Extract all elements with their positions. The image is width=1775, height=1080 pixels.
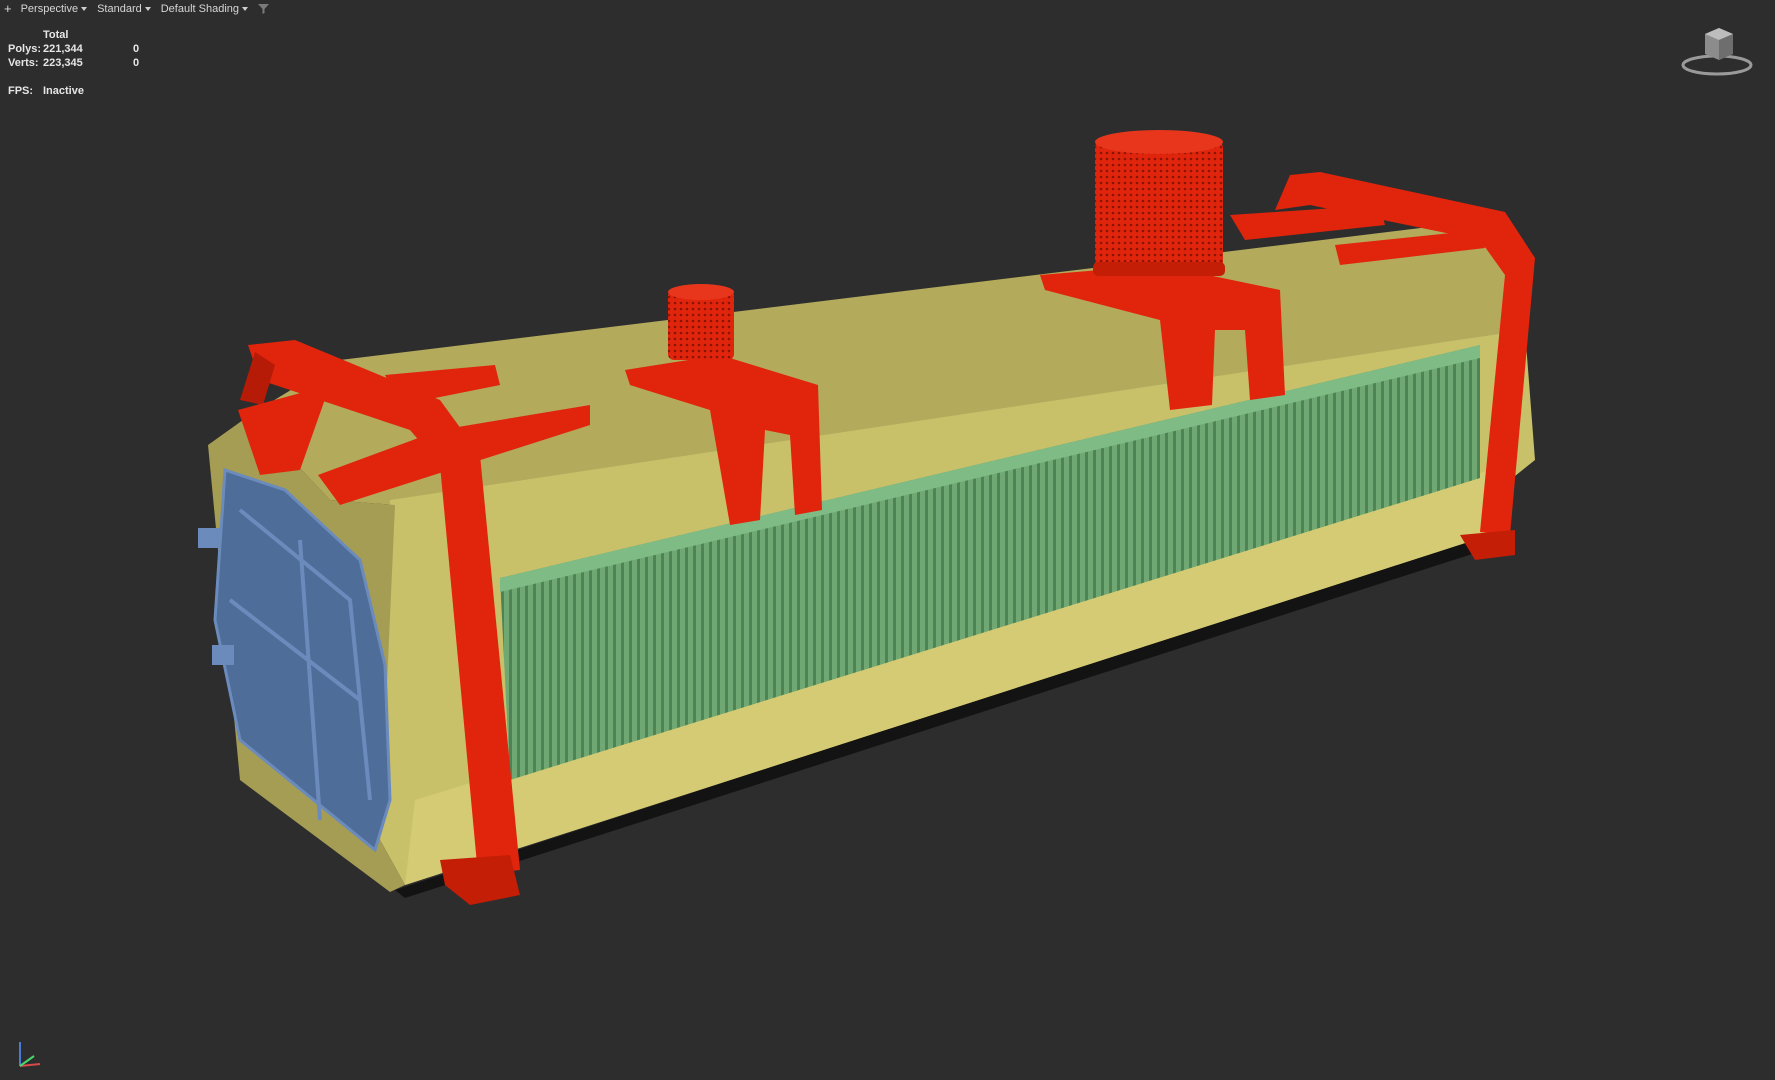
- axis-tripod-icon: [14, 1038, 44, 1072]
- viewport[interactable]: + Perspective Standard Default Shading T…: [0, 0, 1775, 1080]
- panel-hinge-bottom: [212, 645, 234, 665]
- small-breather-cap: [668, 284, 734, 300]
- large-breather-ring: [1093, 262, 1225, 276]
- large-breather-cap: [1095, 130, 1223, 154]
- panel-hinge-top: [198, 528, 220, 548]
- right-lift-lug-1: [1230, 205, 1385, 240]
- small-breather-filter: [668, 290, 734, 360]
- large-breather-filter: [1095, 140, 1223, 270]
- left-frame-foot: [440, 855, 520, 905]
- right-frame-foot: [1460, 530, 1515, 560]
- viewcube-icon[interactable]: [1677, 20, 1757, 78]
- model-render[interactable]: [0, 0, 1775, 1080]
